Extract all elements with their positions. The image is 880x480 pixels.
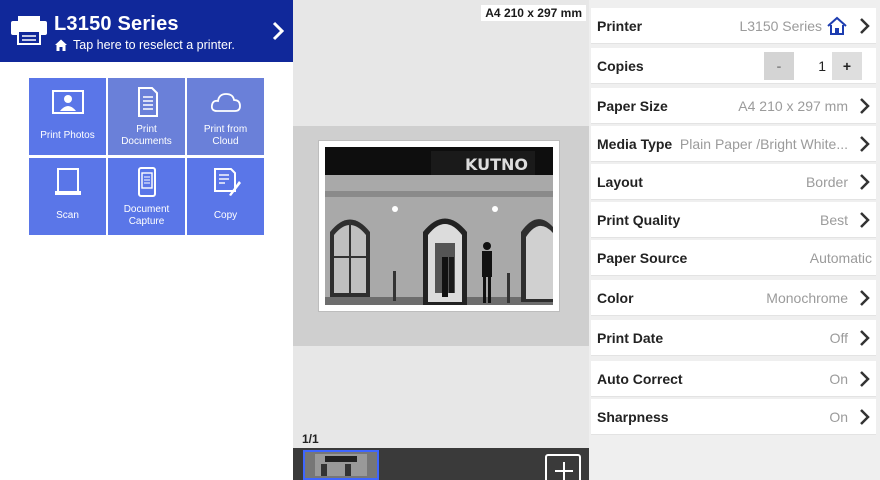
document-capture-tile[interactable]: Document Capture bbox=[108, 158, 185, 235]
print-preview-panel: A4 210 x 297 mm KUTNO 1/1 bbox=[293, 0, 589, 480]
tile-label-line: Print bbox=[136, 124, 157, 135]
setting-printer[interactable]: Printer L3150 Series bbox=[591, 8, 876, 44]
setting-value: On bbox=[829, 370, 848, 387]
document-icon bbox=[137, 87, 158, 117]
cloud-icon bbox=[210, 93, 241, 112]
setting-value: Monochrome bbox=[766, 289, 848, 306]
chevron-right-icon bbox=[860, 211, 870, 228]
tile-label: Print Documents bbox=[110, 124, 183, 148]
setting-sharpness[interactable]: Sharpness On bbox=[591, 399, 876, 435]
setting-media-type[interactable]: Media Type Plain Paper /Bright White... bbox=[591, 126, 876, 162]
phone-document-icon bbox=[137, 167, 156, 197]
chevron-right-icon bbox=[860, 370, 870, 387]
chevron-right-icon bbox=[860, 289, 870, 306]
tile-label: Print Photos bbox=[40, 130, 95, 141]
page-thumbnail[interactable] bbox=[303, 450, 379, 480]
function-tiles: Print Photos Print Documents Print from … bbox=[29, 78, 265, 235]
tile-label-line: Capture bbox=[128, 216, 165, 227]
left-panel: L3150 Series Tap here to reselect a prin… bbox=[0, 0, 293, 480]
app-window: L3150 Series Tap here to reselect a prin… bbox=[0, 0, 880, 480]
setting-value: On bbox=[829, 408, 848, 425]
setting-value: L3150 Series bbox=[739, 17, 822, 34]
setting-value: A4 210 x 297 mm bbox=[738, 97, 848, 114]
setting-label: Auto Correct bbox=[597, 370, 683, 387]
home-icon bbox=[55, 39, 67, 51]
preview-area: KUTNO bbox=[293, 126, 589, 346]
setting-value: Best bbox=[819, 211, 848, 228]
setting-label: Paper Source bbox=[597, 249, 688, 266]
setting-label: Print Quality bbox=[597, 211, 681, 228]
print-settings-panel: Printer L3150 Series Copies - 1 + Paper … bbox=[589, 0, 880, 480]
tile-label-line: Print from bbox=[203, 124, 248, 135]
copies-increment-button[interactable]: + bbox=[832, 51, 862, 80]
chevron-right-icon bbox=[860, 17, 870, 34]
setting-label: Sharpness bbox=[597, 408, 669, 425]
printer-name: L3150 Series bbox=[54, 13, 179, 35]
print-photos-tile[interactable]: Print Photos bbox=[29, 78, 106, 155]
setting-label: Print Date bbox=[597, 329, 664, 346]
preview-photo: KUTNO bbox=[325, 147, 553, 305]
photo-icon bbox=[51, 90, 84, 114]
chevron-right-icon bbox=[272, 21, 285, 41]
setting-paper-source: Paper Source Automatic bbox=[591, 240, 876, 276]
printer-icon bbox=[11, 16, 47, 45]
preview-page[interactable]: KUTNO bbox=[318, 140, 560, 312]
tile-label: Scan bbox=[56, 210, 79, 221]
setting-value: Automatic bbox=[809, 249, 872, 266]
setting-value: Border bbox=[805, 173, 848, 190]
print-from-cloud-tile[interactable]: Print from Cloud bbox=[187, 78, 264, 155]
setting-paper-size[interactable]: Paper Size A4 210 x 297 mm bbox=[591, 88, 876, 124]
scan-tile[interactable]: Scan bbox=[29, 158, 106, 235]
paper-size-indicator: A4 210 x 297 mm bbox=[481, 5, 586, 21]
chevron-right-icon bbox=[860, 408, 870, 425]
setting-print-quality[interactable]: Print Quality Best bbox=[591, 202, 876, 238]
copy-icon bbox=[213, 168, 241, 196]
tile-label-line: Document bbox=[123, 204, 170, 215]
setting-label: Copies bbox=[597, 57, 644, 74]
photo-sign-text: KUTNO bbox=[465, 155, 528, 174]
tile-label: Copy bbox=[213, 210, 238, 221]
print-documents-tile[interactable]: Print Documents bbox=[108, 78, 185, 155]
chevron-right-icon bbox=[860, 97, 870, 114]
chevron-right-icon bbox=[860, 329, 870, 346]
setting-label: Layout bbox=[597, 173, 643, 190]
copies-decrement-button[interactable]: - bbox=[764, 51, 794, 80]
setting-label: Printer bbox=[597, 17, 643, 34]
setting-value: Plain Paper /Bright White... bbox=[679, 135, 848, 152]
reselect-text: Tap here to reselect a printer. bbox=[73, 38, 235, 52]
add-page-button[interactable] bbox=[545, 454, 581, 480]
tile-label: Document Capture bbox=[110, 204, 183, 228]
tile-label-line: Cloud bbox=[212, 136, 239, 147]
setting-color[interactable]: Color Monochrome bbox=[591, 280, 876, 316]
home-icon bbox=[827, 16, 847, 35]
copies-count: 1 bbox=[818, 57, 826, 74]
setting-layout[interactable]: Layout Border bbox=[591, 164, 876, 200]
copy-tile[interactable]: Copy bbox=[187, 158, 264, 235]
tile-label: Print from Cloud bbox=[189, 124, 262, 148]
chevron-right-icon bbox=[860, 135, 870, 152]
page-counter: 1/1 bbox=[302, 432, 319, 446]
tile-label-line: Documents bbox=[121, 136, 172, 147]
setting-copies: Copies - 1 + bbox=[591, 48, 876, 84]
setting-label: Media Type bbox=[597, 135, 673, 152]
setting-auto-correct[interactable]: Auto Correct On bbox=[591, 361, 876, 397]
thumbnail-strip bbox=[293, 448, 589, 480]
setting-print-date[interactable]: Print Date Off bbox=[591, 320, 876, 356]
thumbnail-image bbox=[305, 452, 377, 478]
setting-label: Paper Size bbox=[597, 97, 668, 114]
printer-selector[interactable]: L3150 Series Tap here to reselect a prin… bbox=[0, 0, 293, 62]
setting-value: Off bbox=[829, 329, 848, 346]
reselect-hint: Tap here to reselect a printer. bbox=[54, 38, 235, 52]
chevron-right-icon bbox=[860, 173, 870, 190]
setting-label: Color bbox=[597, 289, 634, 306]
scanner-icon bbox=[54, 168, 81, 195]
